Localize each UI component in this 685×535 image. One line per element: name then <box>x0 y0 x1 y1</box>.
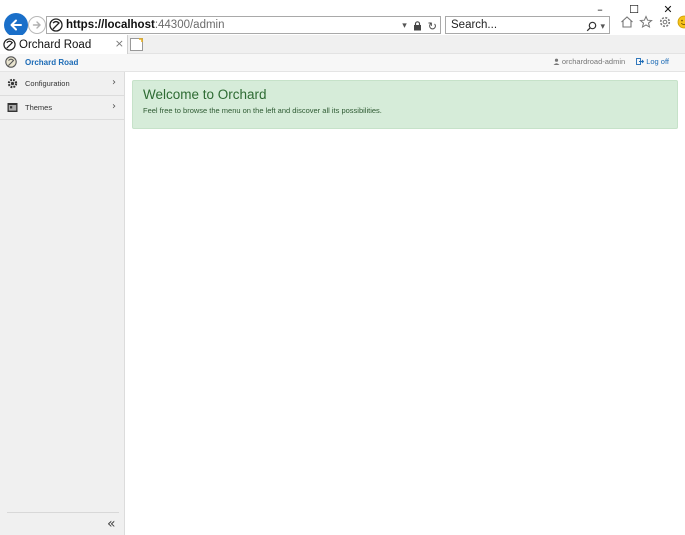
tab-title: Orchard Road <box>19 38 92 51</box>
log-off-link[interactable]: Log off <box>636 57 669 66</box>
smiley-feedback-icon[interactable] <box>677 15 685 29</box>
themes-icon <box>6 102 18 114</box>
search-placeholder: Search... <box>451 19 498 31</box>
browser-chrome: – ☐ ✕ https://localhost:44300/admin ▾ ↻ … <box>0 0 685 54</box>
tab-favicon-icon <box>3 38 16 51</box>
address-dropdown-icon[interactable]: ▾ <box>402 21 407 31</box>
address-bar[interactable]: https://localhost:44300/admin ▾ ↻ <box>46 16 441 34</box>
brand[interactable]: Orchard Road <box>5 56 78 68</box>
admin-sidebar: Configuration › Themes › « <box>0 72 125 535</box>
sidebar-item-label: Configuration <box>25 79 70 88</box>
back-button[interactable] <box>4 13 28 37</box>
search-dropdown-icon[interactable]: ▾ <box>600 21 605 32</box>
home-icon[interactable] <box>620 15 634 29</box>
chevron-right-icon: › <box>112 101 116 112</box>
cog-icon <box>6 78 18 90</box>
site-favicon-icon <box>49 18 63 32</box>
user-area: orchardroad-admin Log off <box>553 57 669 66</box>
tab-orchard-road[interactable]: Orchard Road × <box>0 35 128 54</box>
browser-toolbar <box>620 15 685 29</box>
user-name[interactable]: orchardroad-admin <box>562 57 625 66</box>
forward-arrow-icon <box>32 21 41 29</box>
minimize-button[interactable]: – <box>583 1 617 17</box>
address-url[interactable]: https://localhost:44300/admin <box>66 19 225 31</box>
collapse-sidebar-icon[interactable]: « <box>107 516 116 532</box>
sidebar-item-label: Themes <box>25 103 53 112</box>
chevron-right-icon: › <box>112 77 116 88</box>
orchard-logo-icon <box>5 56 17 68</box>
tab-bar: Orchard Road × <box>0 35 685 54</box>
tab-close-icon[interactable]: × <box>115 37 124 50</box>
sidebar-divider <box>7 512 119 513</box>
forward-button[interactable] <box>28 16 46 34</box>
refresh-icon[interactable]: ↻ <box>428 20 437 33</box>
welcome-panel: Welcome to Orchard Feel free to browse t… <box>132 80 678 129</box>
address-path: :44300/admin <box>154 19 225 31</box>
settings-gear-icon[interactable] <box>658 15 672 29</box>
sidebar-item-themes[interactable]: Themes › <box>0 96 124 120</box>
sidebar-item-configuration[interactable]: Configuration › <box>0 72 124 96</box>
browser-search-box[interactable]: Search... ▾ <box>445 16 610 34</box>
search-icon[interactable] <box>586 21 597 32</box>
welcome-text: Feel free to browse the menu on the left… <box>143 106 382 115</box>
log-off-icon <box>636 58 645 65</box>
user-icon <box>553 58 560 65</box>
favorites-star-icon[interactable] <box>639 15 653 29</box>
back-arrow-icon <box>10 19 22 31</box>
lock-icon[interactable] <box>413 21 422 31</box>
admin-header: Orchard Road orchardroad-admin Log off <box>0 54 685 72</box>
log-off-label: Log off <box>646 57 669 66</box>
new-tab-icon[interactable] <box>129 37 144 52</box>
welcome-title: Welcome to Orchard <box>143 87 267 102</box>
address-host: https://localhost <box>66 19 155 31</box>
brand-name[interactable]: Orchard Road <box>25 58 78 67</box>
